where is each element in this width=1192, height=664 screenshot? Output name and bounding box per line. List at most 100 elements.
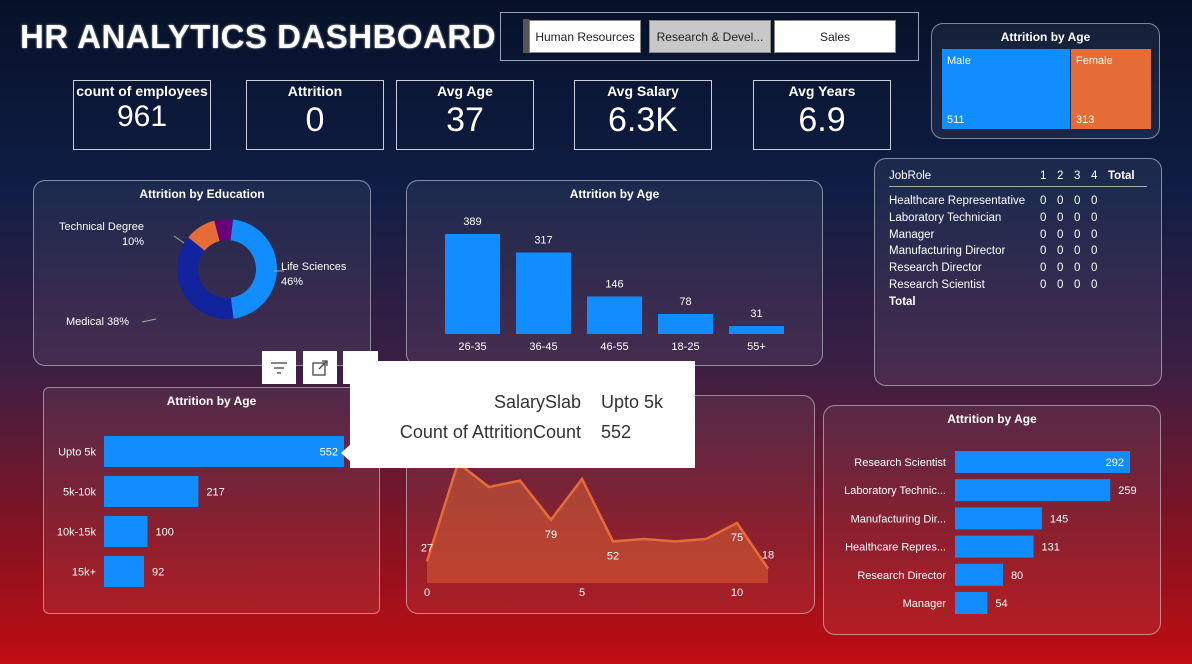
bar[interactable] — [955, 563, 1003, 586]
attrition-by-gender-card[interactable]: Attrition by Age Male 511 Female 313 — [931, 23, 1160, 139]
cell-value: 0 — [1040, 245, 1047, 258]
y-tick-label: Manufacturing Dir... — [851, 513, 946, 525]
data-label: 78 — [679, 296, 691, 308]
x-tick-label: 46-55 — [600, 341, 628, 353]
header-col[interactable]: 2 — [1057, 170, 1074, 182]
male-value: 511 — [947, 114, 965, 126]
slicer-option-sales[interactable]: Sales — [774, 20, 896, 53]
data-label: 31 — [750, 308, 762, 320]
table-total-row: Total — [889, 295, 916, 308]
tooltip-value-2: 552 — [601, 422, 632, 442]
data-label: 131 — [1042, 542, 1060, 554]
focus-mode-icon[interactable] — [303, 351, 337, 384]
data-label: 27 — [421, 542, 433, 554]
bar[interactable] — [445, 234, 500, 334]
data-label: 80 — [1011, 570, 1023, 582]
x-tick-label: 36-45 — [529, 341, 557, 353]
table-row: Laboratory Technician 0 0 0 0 — [889, 210, 1147, 227]
cell-value: 0 — [1091, 195, 1098, 207]
cell-value: 0 — [1074, 228, 1081, 241]
kpi-employee-count: count of employees 961 — [73, 80, 211, 150]
dashboard-title: HR ANALYTICS DASHBOARD — [20, 18, 497, 55]
cell-value: 0 — [1074, 262, 1081, 275]
area-fill — [427, 463, 768, 583]
filter-icon[interactable] — [262, 351, 296, 384]
kpi-avg-salary: Avg Salary 6.3K — [574, 80, 712, 150]
tooltip-key-2: Count of AttritionCount — [399, 422, 581, 442]
kpi-value: 6.3K — [608, 101, 678, 139]
kpi-avg-age: Avg Age 37 — [396, 80, 534, 150]
bar[interactable] — [658, 313, 713, 334]
cell-value: 0 — [1091, 262, 1098, 275]
bar[interactable] — [104, 476, 199, 507]
kpi-value: 6.9 — [798, 101, 846, 139]
header-col[interactable]: 1 — [1040, 170, 1057, 182]
bar[interactable] — [587, 296, 642, 334]
tooltip-key-1: SalarySlab — [493, 392, 581, 412]
y-tick-label: Research Scientist — [854, 457, 946, 469]
data-label: 100 — [155, 527, 173, 539]
cell-value: 0 — [1074, 278, 1081, 291]
bar[interactable] — [729, 326, 784, 334]
card-title: Attrition by Age — [1000, 30, 1091, 44]
bar[interactable] — [955, 451, 1130, 473]
donut-slice[interactable] — [230, 219, 277, 319]
slice-label-medical: Medical 38% — [66, 316, 129, 328]
cell-value: 0 — [1057, 211, 1064, 224]
x-tick-label: 0 — [424, 587, 430, 599]
kpi-value: 37 — [446, 101, 484, 139]
cell-value: 0 — [1091, 278, 1098, 291]
jobrole-matrix-card[interactable]: JobRole 1 2 3 4 Total Healthcare Represe… — [874, 158, 1162, 386]
kpi-label: Avg Years — [788, 83, 856, 99]
attrition-by-jobrole-card[interactable]: Attrition by Age Research Scientist 292 La… — [823, 405, 1161, 635]
header-total[interactable]: Total — [1108, 170, 1135, 182]
female-value: 313 — [1076, 114, 1095, 126]
table-header: JobRole 1 2 3 4 Total — [889, 170, 1147, 187]
kpi-value: 0 — [305, 101, 325, 139]
bar[interactable] — [104, 436, 344, 467]
tooltip-value-1: Upto 5k — [601, 392, 664, 412]
female-tile[interactable]: Female 313 — [1071, 49, 1151, 129]
header-col[interactable]: 4 — [1091, 170, 1108, 182]
y-tick-label: Research Director — [857, 570, 946, 582]
x-tick-label: 18-25 — [671, 341, 699, 353]
bar[interactable] — [955, 535, 1034, 558]
male-tile[interactable]: Male 511 — [942, 49, 1070, 129]
slice-label-pct: 38% — [106, 316, 129, 328]
bar[interactable] — [955, 592, 988, 614]
data-label: 75 — [731, 532, 743, 544]
cell-value: 0 — [1040, 228, 1047, 241]
cell-jobrole: Manager — [889, 228, 935, 241]
header-jobrole[interactable]: JobRole — [889, 170, 1040, 182]
department-slicer: Human Resources Research & Devel... Sale… — [500, 12, 919, 61]
y-tick-label: Manager — [903, 598, 947, 610]
cell-value: 0 — [1091, 245, 1098, 258]
data-label: 18 — [762, 550, 774, 562]
bar[interactable] — [955, 507, 1042, 530]
slicer-option-research-development[interactable]: Research & Devel... — [649, 20, 771, 53]
data-label: 317 — [534, 235, 552, 247]
male-label: Male — [947, 55, 971, 67]
header-col[interactable]: 3 — [1074, 170, 1091, 182]
bar[interactable] — [104, 556, 144, 587]
cell-value: 0 — [1091, 228, 1098, 241]
attrition-by-education-card[interactable]: Attrition by Education Technical Degree … — [33, 180, 371, 366]
cell-value: 0 — [1040, 211, 1047, 224]
kpi-avg-years: Avg Years 6.9 — [753, 80, 891, 150]
attrition-by-salary-card[interactable]: Attrition by Age Upto 5k 552 5k-10k 217 10k-… — [43, 387, 380, 614]
attrition-by-age-card[interactable]: Attrition by Age 389 26-35 317 36-45 146 46-5… — [406, 180, 823, 366]
bar[interactable] — [516, 252, 571, 334]
bar[interactable] — [955, 479, 1111, 502]
jobrole-bar-chart: Research Scientist 292 Laboratory Technic.… — [844, 451, 1137, 614]
kpi-label: Avg Salary — [607, 83, 679, 99]
slice-label-pct: 10% — [121, 236, 144, 248]
cell-value: 0 — [1074, 211, 1081, 224]
data-label: 217 — [206, 487, 224, 499]
bar[interactable] — [104, 516, 148, 547]
cell-value: 0 — [1057, 228, 1064, 241]
cell-jobrole: Manufacturing Director — [889, 245, 1006, 258]
slicer-option-human-resources[interactable]: Human Resources — [529, 20, 641, 53]
slice-label-name: Life Sciences — [281, 261, 347, 273]
kpi-label: Attrition — [287, 83, 343, 99]
y-tick-label: Upto 5k — [58, 447, 96, 459]
